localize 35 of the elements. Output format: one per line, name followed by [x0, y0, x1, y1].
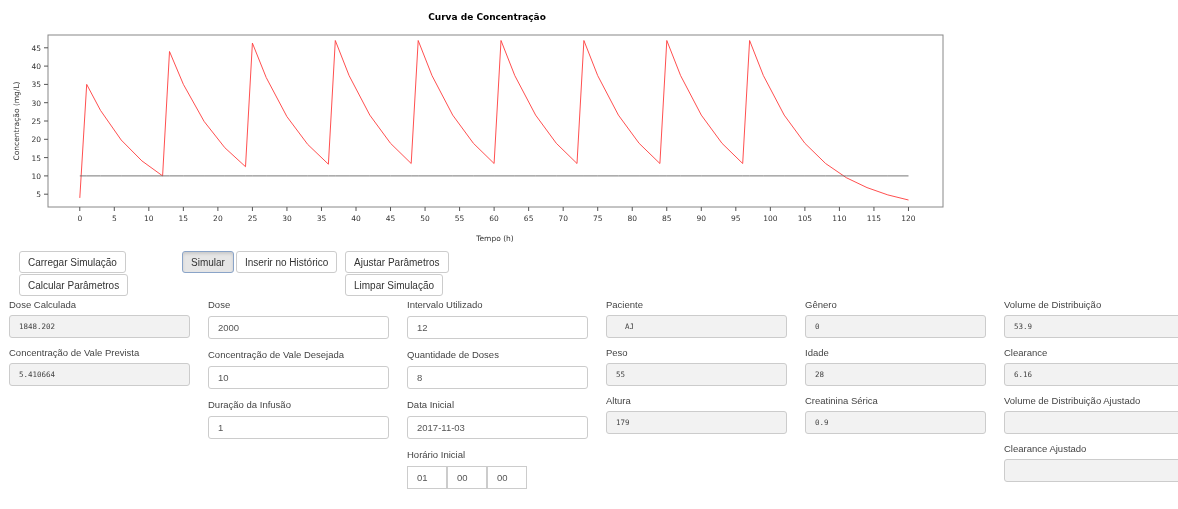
input-field[interactable]: 2017-11-03 [407, 416, 588, 439]
field-label: Data Inicial [407, 399, 455, 411]
field-label: Dose Calculada [9, 299, 78, 311]
field-label: Intervalo Utilizado [407, 299, 484, 311]
field-label: Paciente [606, 299, 644, 311]
action-button[interactable]: Limpar Simulação [345, 274, 444, 296]
input-field[interactable]: 2000 [208, 316, 389, 339]
field-label: Concentração de Vale Prevista [9, 347, 141, 359]
field-label: Altura [606, 395, 632, 407]
field-label: Horário Inicial [407, 449, 467, 461]
action-button[interactable]: Carregar Simulação [19, 251, 126, 273]
field-label: Dose [208, 299, 232, 311]
time-field[interactable]: 00 [447, 466, 487, 489]
field-label: Peso [606, 347, 629, 359]
chart-title: Curva de Concentração [428, 12, 546, 22]
field-label: Quantidade de Doses [407, 349, 500, 361]
field-label: Concentração de Vale Desejada [208, 349, 346, 361]
input-field[interactable]: 8 [407, 366, 588, 389]
field-label: Duração da Infusão [208, 399, 292, 411]
time-field[interactable]: 01 [407, 466, 447, 489]
action-button[interactable]: Ajustar Parâmetros [345, 251, 449, 273]
time-field[interactable]: 00 [487, 466, 527, 489]
action-button[interactable]: Inserir no Histórico [235, 251, 338, 273]
field-label: Gênero [805, 299, 838, 311]
action-button[interactable]: Simular [182, 251, 234, 273]
action-button[interactable]: Calcular Parâmetros [19, 274, 129, 296]
input-field[interactable]: 10 [208, 366, 389, 389]
field-label: Idade [805, 347, 830, 359]
field-label: Creatinina Sérica [805, 395, 879, 407]
field-label: Clearance Ajustado [1004, 443, 1088, 455]
field-label: Volume de Distribuição Ajustado [1004, 395, 1142, 407]
field-label: Clearance [1004, 347, 1049, 359]
input-field[interactable]: 12 [407, 316, 588, 339]
input-field[interactable]: 1 [208, 416, 389, 439]
field-label: Volume de Distribuição [1004, 299, 1103, 311]
